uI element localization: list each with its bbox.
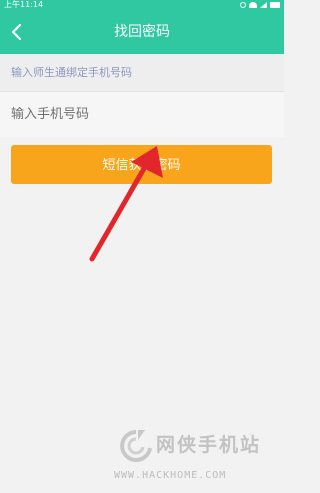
- phone-hint-label: 输入师生通绑定手机号码: [11, 66, 132, 79]
- title-bar: 找回密码: [0, 10, 284, 54]
- chevron-left-icon: [11, 23, 22, 41]
- signal-icon: [260, 2, 267, 8]
- phone-number-input[interactable]: [0, 92, 284, 137]
- phone-row: [0, 92, 284, 137]
- get-password-by-sms-button[interactable]: 短信获取密码: [11, 145, 272, 184]
- back-button[interactable]: [6, 18, 30, 46]
- wifi-icon: [249, 2, 257, 8]
- alarm-icon: [240, 2, 246, 8]
- battery-icon: [270, 2, 280, 8]
- status-icons: [240, 0, 280, 10]
- page-title: 找回密码: [114, 24, 170, 40]
- status-bar: 上午11:14: [0, 0, 284, 10]
- watermark-title: 网侠手机站: [156, 434, 262, 456]
- watermark: 网侠手机站 WWW.HACKHOME.COM: [112, 424, 282, 490]
- status-time: 上午11:14: [4, 0, 44, 9]
- watermark-url: WWW.HACKHOME.COM: [114, 470, 227, 481]
- hint-row: 输入师生通绑定手机号码: [0, 54, 284, 92]
- hackhome-logo-icon: [120, 430, 152, 462]
